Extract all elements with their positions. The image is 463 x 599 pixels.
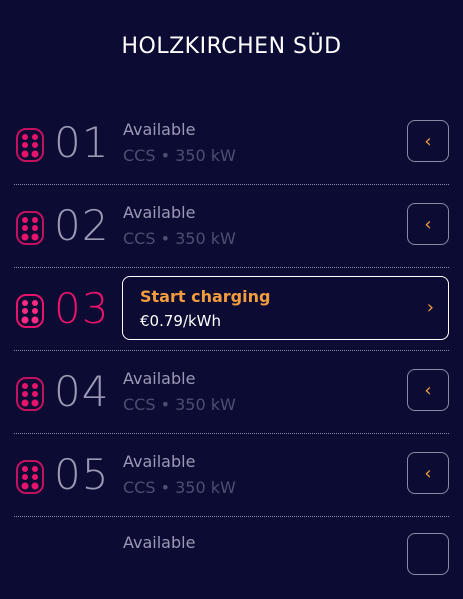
chevron-left-icon: ‹ — [424, 213, 432, 235]
charger-status: Available — [123, 120, 196, 139]
chevron-left-icon: ‹ — [424, 462, 432, 484]
charger-row: 04 Available CCS • 350 kW ‹ — [14, 351, 449, 434]
ccs-connector-icon — [16, 211, 44, 245]
ccs-connector-icon — [16, 128, 44, 162]
ccs-connector-icon — [16, 377, 44, 411]
charger-spec: CCS • 350 kW — [123, 478, 236, 497]
charger-spec: CCS • 350 kW — [123, 146, 236, 165]
charger-number: 03 — [54, 284, 110, 333]
charger-spec: CCS • 350 kW — [123, 395, 236, 414]
ccs-connector-icon — [16, 460, 44, 494]
start-charging-button[interactable]: Start charging €0.79/kWh › — [122, 276, 449, 340]
charger-number: 02 — [54, 201, 110, 250]
select-charger-button[interactable]: ‹ — [407, 120, 449, 162]
charger-number: 04 — [54, 367, 110, 416]
charger-row: 05 Available CCS • 350 kW ‹ — [14, 434, 449, 517]
charger-spec: CCS • 350 kW — [123, 229, 236, 248]
charger-list: 01 Available CCS • 350 kW ‹ 02 Available… — [0, 102, 463, 599]
charger-number: 01 — [54, 118, 110, 167]
select-charger-button[interactable]: ‹ — [407, 369, 449, 411]
chevron-left-icon: ‹ — [424, 130, 432, 152]
start-charging-label: Start charging — [140, 287, 271, 306]
charger-status: Available — [123, 452, 196, 471]
select-charger-button[interactable]: ‹ — [407, 452, 449, 494]
page-title: HOLZKIRCHEN SÜD — [121, 34, 342, 59]
charger-row: 02 Available CCS • 350 kW ‹ — [14, 185, 449, 268]
charger-row: 01 Available CCS • 350 kW ‹ — [14, 102, 449, 185]
price-label: €0.79/kWh — [140, 312, 222, 330]
chevron-left-icon: ‹ — [424, 379, 432, 401]
ccs-connector-icon — [16, 294, 44, 328]
charger-row: Available — [14, 517, 449, 599]
chevron-right-icon: › — [426, 297, 434, 318]
select-charger-button[interactable] — [407, 533, 449, 575]
charger-status: Available — [123, 203, 196, 222]
charger-number: 05 — [54, 450, 110, 499]
charger-status: Available — [123, 369, 196, 388]
select-charger-button[interactable]: ‹ — [407, 203, 449, 245]
charger-row-selected: 03 Start charging €0.79/kWh › — [14, 268, 449, 351]
